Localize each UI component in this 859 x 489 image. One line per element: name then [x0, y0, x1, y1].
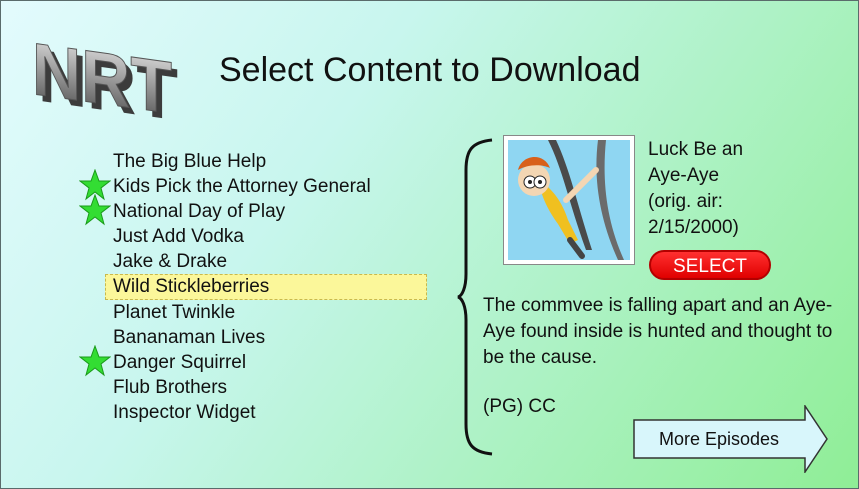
list-item-label: Kids Pick the Attorney General: [113, 176, 371, 197]
episode-title-line: (orig. air:: [648, 191, 723, 212]
more-episodes-label: More Episodes: [659, 429, 780, 449]
episode-rating: (PG) CC: [483, 396, 556, 417]
list-item[interactable]: The Big Blue Help: [113, 149, 433, 174]
select-button[interactable]: SELECT: [649, 250, 771, 280]
list-item[interactable]: Wild Stickleberries: [105, 274, 427, 300]
content-list: The Big Blue Help Kids Pick the Attorney …: [79, 149, 433, 425]
star-icon: [79, 345, 111, 377]
list-item-label: Just Add Vodka: [113, 226, 244, 247]
more-episodes-button[interactable]: More Episodes: [633, 405, 829, 473]
list-item[interactable]: Bananaman Lives: [113, 325, 433, 350]
list-item[interactable]: Planet Twinkle: [113, 300, 433, 325]
page-title: Select Content to Download: [219, 51, 641, 89]
nrt-logo: NRT NRT: [32, 27, 179, 122]
list-item[interactable]: Just Add Vodka: [113, 224, 433, 249]
star-icon: [79, 194, 111, 226]
list-item-label: Planet Twinkle: [113, 302, 236, 323]
list-item-label: The Big Blue Help: [113, 151, 267, 172]
list-item[interactable]: Inspector Widget: [113, 400, 433, 425]
list-item-label: Inspector Widget: [113, 402, 256, 423]
episode-description: The commvee is falling apart and an Aye-…: [483, 295, 833, 368]
episode-title-line: Aye-Aye: [648, 165, 720, 186]
episode-thumbnail: [503, 135, 635, 265]
list-item-label: Bananaman Lives: [113, 327, 266, 348]
list-item-label: Flub Brothers: [113, 377, 228, 398]
svg-text:NRT: NRT: [32, 27, 172, 122]
episode-thumbnail-image: [508, 140, 630, 260]
list-item-label: Jake & Drake: [113, 251, 228, 272]
episode-title: Luck Be an Aye-Aye (orig. air: 2/15/2000…: [648, 137, 788, 241]
episode-title-line: 2/15/2000): [648, 217, 739, 238]
list-item[interactable]: Jake & Drake: [113, 249, 433, 274]
list-item[interactable]: Flub Brothers: [113, 375, 433, 400]
list-item[interactable]: National Day of Play: [79, 194, 433, 226]
screen: NRT NRT Select Content to Download The B…: [0, 0, 859, 489]
list-item-label: Wild Stickleberries: [113, 276, 270, 297]
list-item-label: National Day of Play: [113, 201, 286, 222]
list-item-label: Danger Squirrel: [113, 352, 247, 373]
list-item[interactable]: Danger Squirrel: [79, 345, 433, 377]
episode-title-line: Luck Be an: [648, 139, 744, 160]
list-item[interactable]: Kids Pick the Attorney General: [79, 169, 433, 201]
